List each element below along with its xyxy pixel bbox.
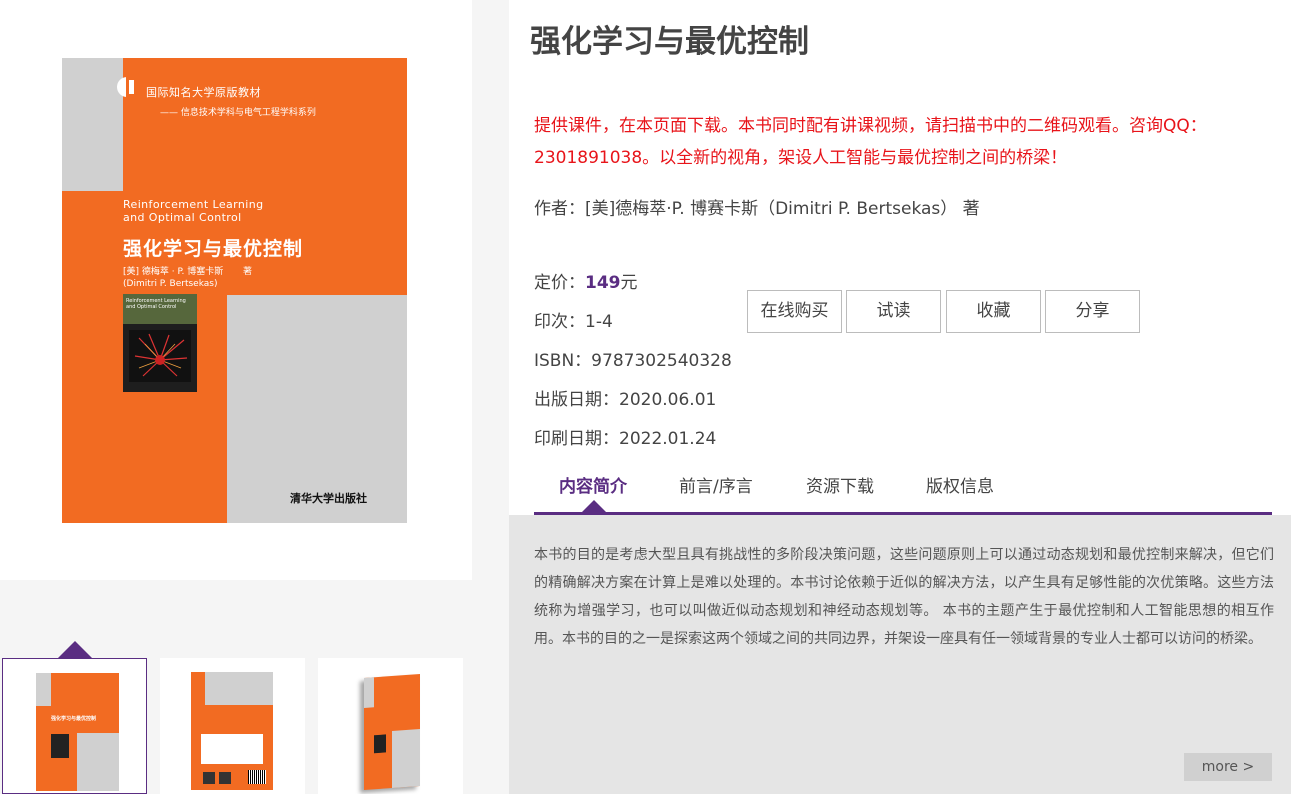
cover-series-line2: —— 信息技术学科与电气工程学科系列 bbox=[160, 108, 316, 118]
book-description: 本书的目的是考虑大型且具有挑战性的多阶段决策问题，这些问题原则上可以通过动态规划… bbox=[534, 547, 1274, 647]
cover-publisher: 清华大学出版社 bbox=[290, 492, 367, 505]
cover-english-title: Reinforcement Learning and Optimal Contr… bbox=[123, 198, 264, 224]
tab-resources[interactable]: 资源下载 bbox=[806, 472, 874, 497]
cover-inset-book: Reinforcement Learning and Optimal Contr… bbox=[123, 294, 197, 392]
page-title: 强化学习与最优控制 bbox=[530, 24, 809, 60]
author-line: 作者：[美]德梅萃·P. 博赛卡斯（Dimitri P. Bertsekas） … bbox=[534, 199, 980, 219]
cover-author: [美] 德梅萃 · P. 博塞卡斯 (Dimitri P. Bertsekas)… bbox=[123, 266, 252, 290]
tab-copyright[interactable]: 版权信息 bbox=[926, 472, 994, 497]
preview-button[interactable]: 试读 bbox=[846, 290, 941, 333]
favorite-button[interactable]: 收藏 bbox=[946, 290, 1041, 333]
cover-grey-block-bottom bbox=[227, 295, 407, 523]
tab-summary[interactable]: 内容简介 bbox=[559, 472, 627, 497]
tab-preface[interactable]: 前言/序言 bbox=[679, 472, 753, 497]
thumbnail-front-image: 强化学习与最优控制 bbox=[36, 673, 119, 791]
cover-inset-title: Reinforcement Learning and Optimal Contr… bbox=[123, 294, 197, 324]
more-button[interactable]: more > bbox=[1184, 753, 1272, 781]
thumbnail-3d-image bbox=[364, 674, 420, 790]
pub-date-row: 出版日期：2020.06.01 bbox=[534, 390, 717, 410]
promo-text: 提供课件，在本页面下载。本书同时配有讲课视频，请扫描书中的二维码观看。咨询QQ：… bbox=[534, 116, 1207, 168]
thumbnail-back-image bbox=[191, 672, 273, 790]
price-value: 149 bbox=[585, 273, 621, 293]
share-button[interactable]: 分享 bbox=[1045, 290, 1140, 333]
cover-chinese-title: 强化学习与最优控制 bbox=[123, 238, 304, 260]
cover-series-line1: 国际知名大学原版教材 bbox=[146, 86, 261, 99]
isbn-row: ISBN：9787302540328 bbox=[534, 351, 732, 371]
price-label: 定价： bbox=[534, 273, 585, 293]
cover-author-suffix: 著 bbox=[243, 267, 253, 277]
price-unit: 元 bbox=[620, 273, 638, 293]
thumbnail-3d-cover[interactable] bbox=[318, 658, 463, 794]
flower-image bbox=[129, 330, 191, 382]
price-row: 定价：149元 bbox=[534, 268, 638, 293]
publisher-logo-icon bbox=[117, 77, 137, 97]
main-image-container: 国际知名大学原版教材 —— 信息技术学科与电气工程学科系列 Reinforcem… bbox=[0, 0, 472, 580]
thumbnail-front-title: 强化学习与最优控制 bbox=[51, 716, 97, 722]
cover-grey-block-top bbox=[62, 58, 123, 191]
thumbnail-selected-indicator bbox=[58, 641, 92, 658]
thumbnail-front-cover[interactable]: 强化学习与最优控制 bbox=[2, 658, 147, 794]
buy-online-button[interactable]: 在线购买 bbox=[747, 290, 842, 333]
thumbnail-back-cover[interactable] bbox=[160, 658, 305, 794]
printing-row: 印次：1-4 bbox=[534, 312, 613, 332]
cover-author-name: [美] 德梅萃 · P. 博塞卡斯 (Dimitri P. Bertsekas) bbox=[123, 267, 224, 289]
book-cover-main[interactable]: 国际知名大学原版教材 —— 信息技术学科与电气工程学科系列 Reinforcem… bbox=[62, 58, 407, 523]
print-date-row: 印刷日期：2022.01.24 bbox=[534, 429, 717, 449]
